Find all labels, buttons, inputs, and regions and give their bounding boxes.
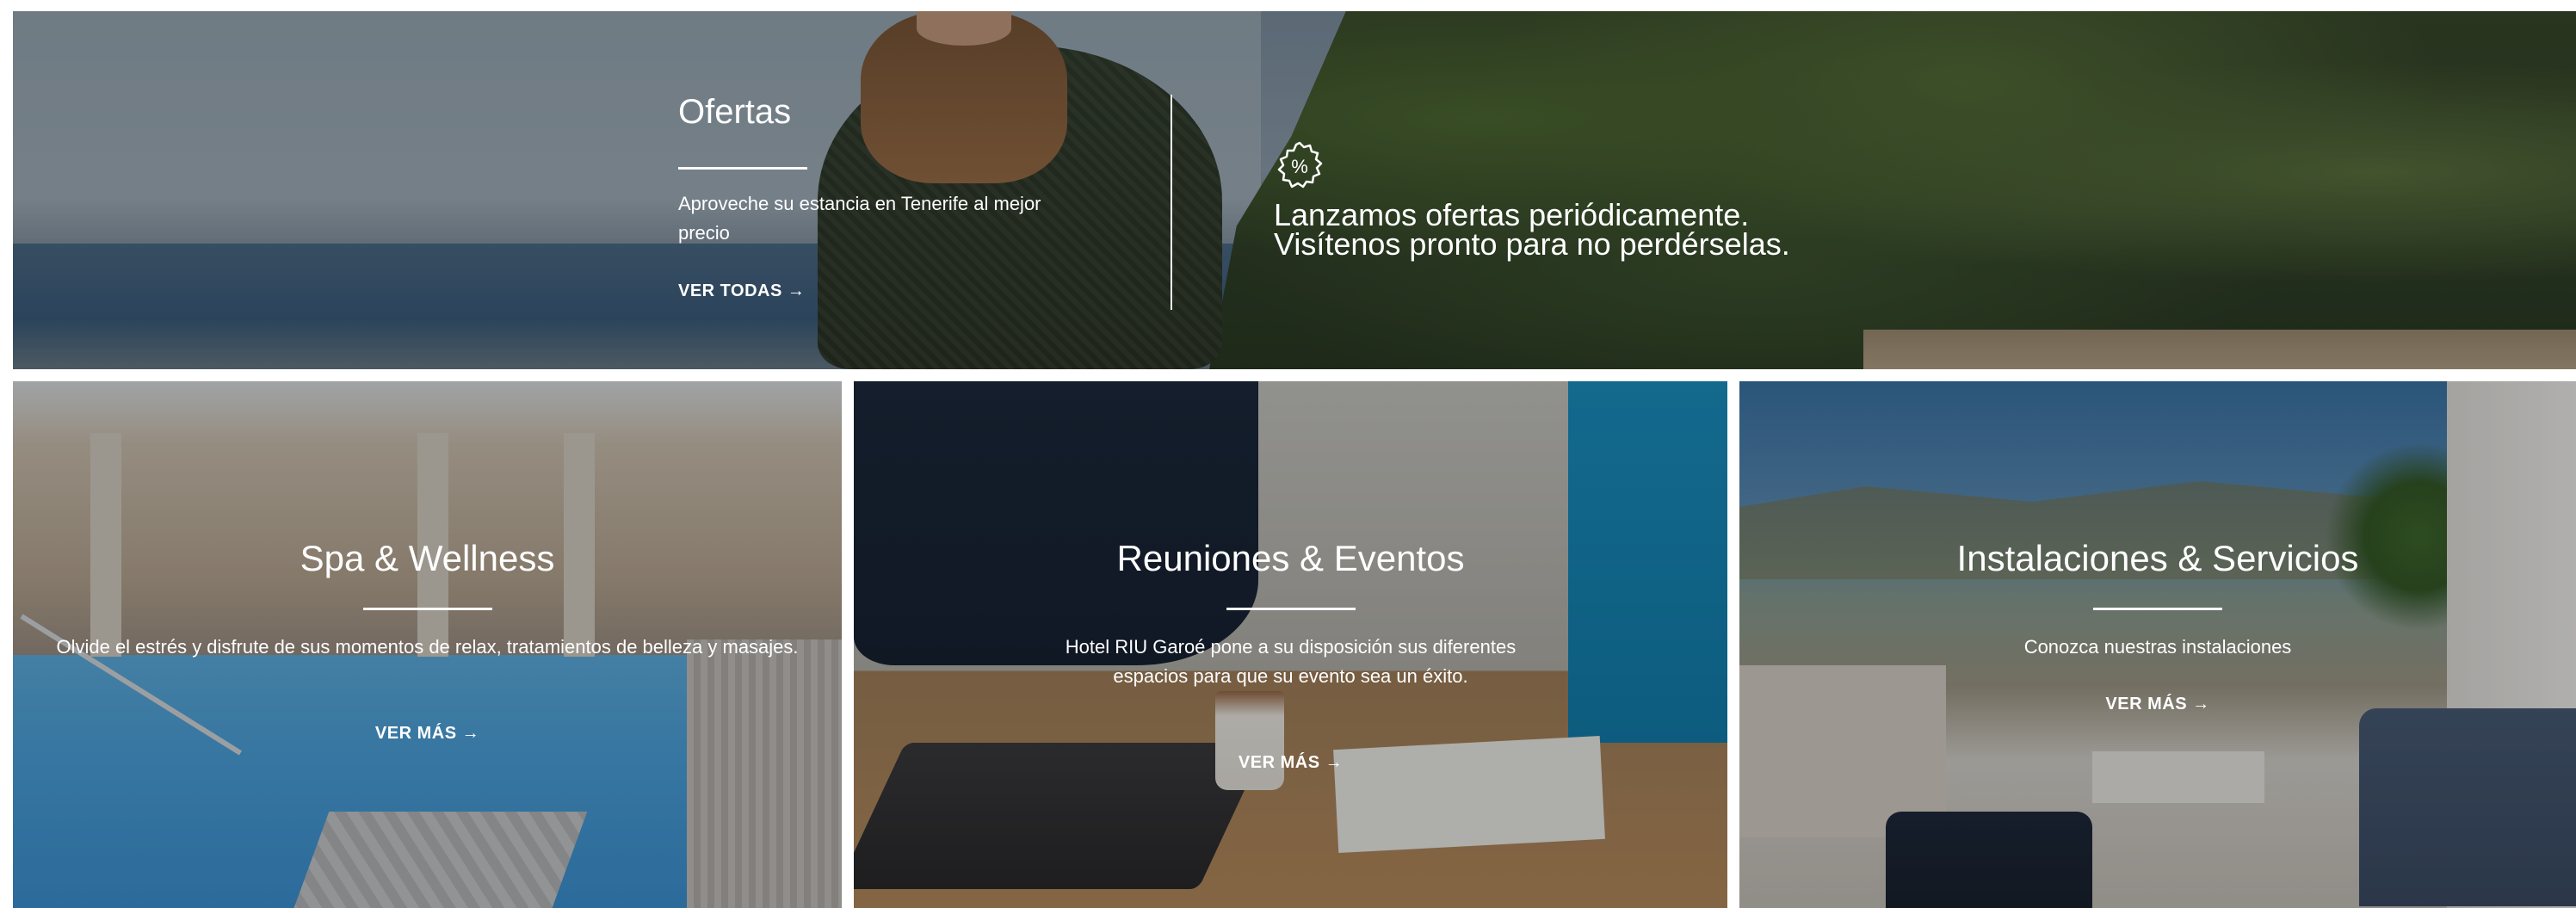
meetings-events-card[interactable]: Reuniones & Eventos Hotel RIU Garoé pone… — [854, 381, 1727, 908]
percent-symbol: % — [1291, 156, 1308, 177]
offers-message-line-1: Lanzamos ofertas periódicamente. — [1274, 197, 1750, 232]
offers-title: Ofertas — [678, 93, 792, 131]
offers-message: Lanzamos ofertas periódicamente. Visíten… — [1274, 197, 1790, 262]
offers-description: Aproveche su estancia en Tenerife al mej… — [678, 193, 1041, 244]
meetings-events-title: Reuniones & Eventos — [1116, 538, 1465, 578]
facilities-services-underline — [2093, 608, 2222, 610]
offers-divider — [1171, 95, 1172, 310]
facilities-services-card[interactable]: Instalaciones & Servicios Conozca nuestr… — [1739, 381, 2576, 908]
facilities-services-description: Conozca nuestras instalaciones — [2023, 636, 2292, 658]
spa-wellness-see-more-link[interactable]: VER MÁS → — [13, 724, 842, 744]
spa-wellness-card[interactable]: Spa & Wellness Olvide el estrés y disfru… — [13, 381, 842, 908]
offers-title-underline — [678, 167, 807, 170]
offers-banner: Ofertas Aproveche su estancia en Tenerif… — [13, 11, 2576, 369]
percent-badge-icon: % — [1274, 140, 1325, 192]
meetings-events-see-more-link[interactable]: VER MÁS → — [854, 753, 1727, 773]
facilities-services-see-more-link[interactable]: VER MÁS → — [1739, 695, 2576, 714]
meetings-events-underline — [1226, 608, 1356, 610]
meetings-events-description: Hotel RIU Garoé pone a su disposición su… — [1065, 636, 1517, 687]
spa-wellness-title: Spa & Wellness — [300, 538, 555, 578]
spa-wellness-description: Olvide el estrés y disfrute de sus momen… — [56, 636, 799, 658]
facilities-services-title: Instalaciones & Servicios — [1956, 538, 2359, 578]
view-all-offers-link[interactable]: VER TODAS → — [678, 281, 805, 301]
offers-message-line-2: Visítenos pronto para no perdérselas. — [1274, 226, 1790, 262]
spa-wellness-underline — [362, 608, 492, 610]
